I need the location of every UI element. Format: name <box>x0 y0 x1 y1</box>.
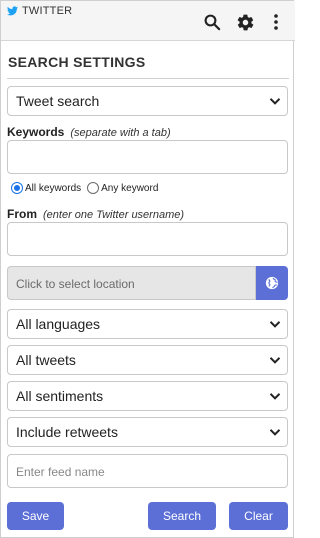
retweets-value: Include retweets <box>16 424 118 440</box>
gear-icon[interactable] <box>234 11 256 33</box>
more-vertical-icon[interactable] <box>265 11 287 33</box>
twitter-search-panel: TWITTER SEARCH SETTINGS Tweet search Key… <box>0 0 295 538</box>
chevron-down-icon <box>269 357 281 364</box>
search-button[interactable]: Search <box>148 502 216 530</box>
chevron-down-icon <box>269 393 281 400</box>
tweet-type-value: All tweets <box>16 352 76 368</box>
twitter-bird-icon <box>7 6 18 16</box>
from-input[interactable] <box>7 222 288 256</box>
all-keywords-radio[interactable]: All keywords <box>11 182 81 194</box>
location-field[interactable]: Click to select location <box>7 266 256 300</box>
tweet-type-select[interactable]: All tweets <box>7 345 288 375</box>
all-keywords-label: All keywords <box>25 182 82 194</box>
from-label-row: From (enter one Twitter username) <box>7 207 184 221</box>
feed-name-placeholder: Enter feed name <box>16 465 105 479</box>
chevron-down-icon <box>269 429 281 436</box>
retweets-select[interactable]: Include retweets <box>7 417 288 447</box>
feed-name-input[interactable]: Enter feed name <box>7 454 288 488</box>
language-value: All languages <box>16 316 101 332</box>
panel-header: TWITTER <box>1 1 295 41</box>
location-picker: Click to select location <box>7 266 288 300</box>
keywords-hint: (separate with a tab) <box>70 127 171 139</box>
language-select[interactable]: All languages <box>7 309 288 339</box>
clear-button[interactable]: Clear <box>229 502 288 530</box>
section-title: SEARCH SETTINGS <box>8 54 146 70</box>
keywords-label: Keywords <box>7 125 65 139</box>
from-hint: (enter one Twitter username) <box>43 209 185 221</box>
sentiment-select[interactable]: All sentiments <box>7 381 288 411</box>
search-type-select[interactable]: Tweet search <box>7 86 288 116</box>
location-button[interactable] <box>256 266 288 300</box>
globe-icon <box>265 276 279 290</box>
save-button[interactable]: Save <box>7 502 64 530</box>
any-keyword-radio[interactable]: Any keyword <box>87 182 158 194</box>
any-keyword-label: Any keyword <box>101 182 159 194</box>
radio-checked-icon <box>11 182 23 194</box>
keywords-label-row: Keywords (separate with a tab) <box>7 125 171 139</box>
radio-unchecked-icon <box>87 182 100 194</box>
keywords-input[interactable] <box>7 140 288 174</box>
section-divider <box>7 78 289 79</box>
brand: TWITTER <box>7 5 72 17</box>
keyword-match-options: All keywords Any keyword <box>11 182 158 194</box>
chevron-down-icon <box>269 321 281 328</box>
location-placeholder: Click to select location <box>16 277 135 291</box>
sentiment-value: All sentiments <box>16 388 104 404</box>
search-type-value: Tweet search <box>16 93 100 109</box>
from-label: From <box>7 207 37 221</box>
brand-name: TWITTER <box>22 5 73 17</box>
chevron-down-icon <box>269 98 281 105</box>
search-icon[interactable] <box>201 11 223 33</box>
